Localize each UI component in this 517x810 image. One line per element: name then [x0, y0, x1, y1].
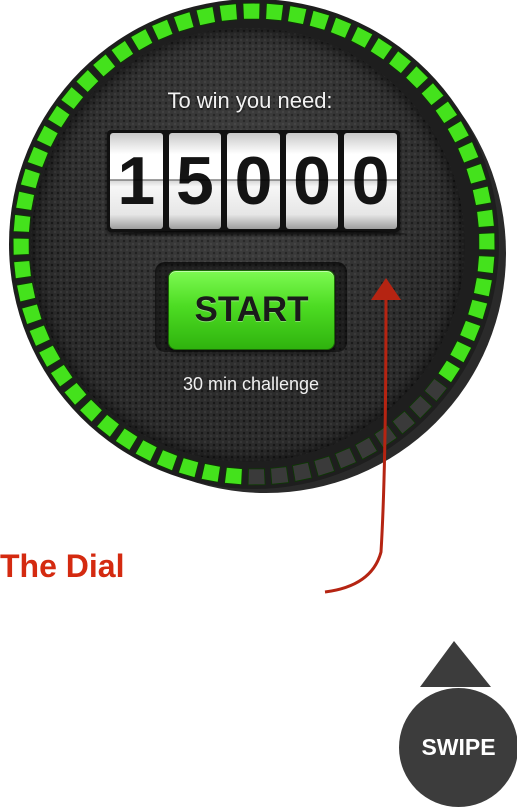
progress-segment-lit	[12, 214, 32, 233]
progress-segment-lit	[16, 282, 37, 303]
progress-segment-lit	[15, 190, 35, 211]
swipe-button[interactable]: SWIPE	[399, 688, 517, 807]
progress-segment-unlit	[270, 466, 290, 485]
dial-caption: The Dial	[0, 548, 125, 584]
progress-segment-lit	[13, 260, 32, 280]
challenge-label: 30 min challenge	[182, 374, 320, 394]
counter-digit: 5	[168, 133, 222, 229]
target-label: To win you need:	[167, 88, 333, 113]
start-button[interactable]: START	[168, 270, 335, 350]
progress-segment-lit	[473, 277, 493, 298]
progress-segment-lit	[471, 185, 492, 206]
progress-segment-unlit	[247, 468, 266, 486]
progress-segment-lit	[218, 3, 238, 22]
progress-segment-lit	[224, 466, 243, 486]
progress-segment-lit	[476, 208, 495, 228]
progress-segment-lit	[12, 237, 30, 256]
progress-segment-lit	[478, 232, 496, 251]
counter-digit: 0	[344, 133, 397, 229]
progress-segment-lit	[242, 2, 261, 20]
progress-segment-lit	[476, 255, 496, 274]
counter-digit: 1	[110, 133, 163, 229]
counter-digit: 0	[227, 133, 280, 229]
progress-segment-unlit	[292, 461, 313, 482]
counter-digit: 0	[285, 133, 339, 229]
progress-segment-lit	[265, 2, 284, 22]
progress-segment-lit	[200, 463, 221, 483]
target-counter: 1 5 0 0 0	[107, 130, 400, 232]
triangle-up-icon[interactable]	[420, 641, 491, 687]
counter-shadow	[120, 230, 407, 238]
progress-segment-lit	[287, 5, 308, 25]
progress-segment-lit	[195, 6, 216, 27]
